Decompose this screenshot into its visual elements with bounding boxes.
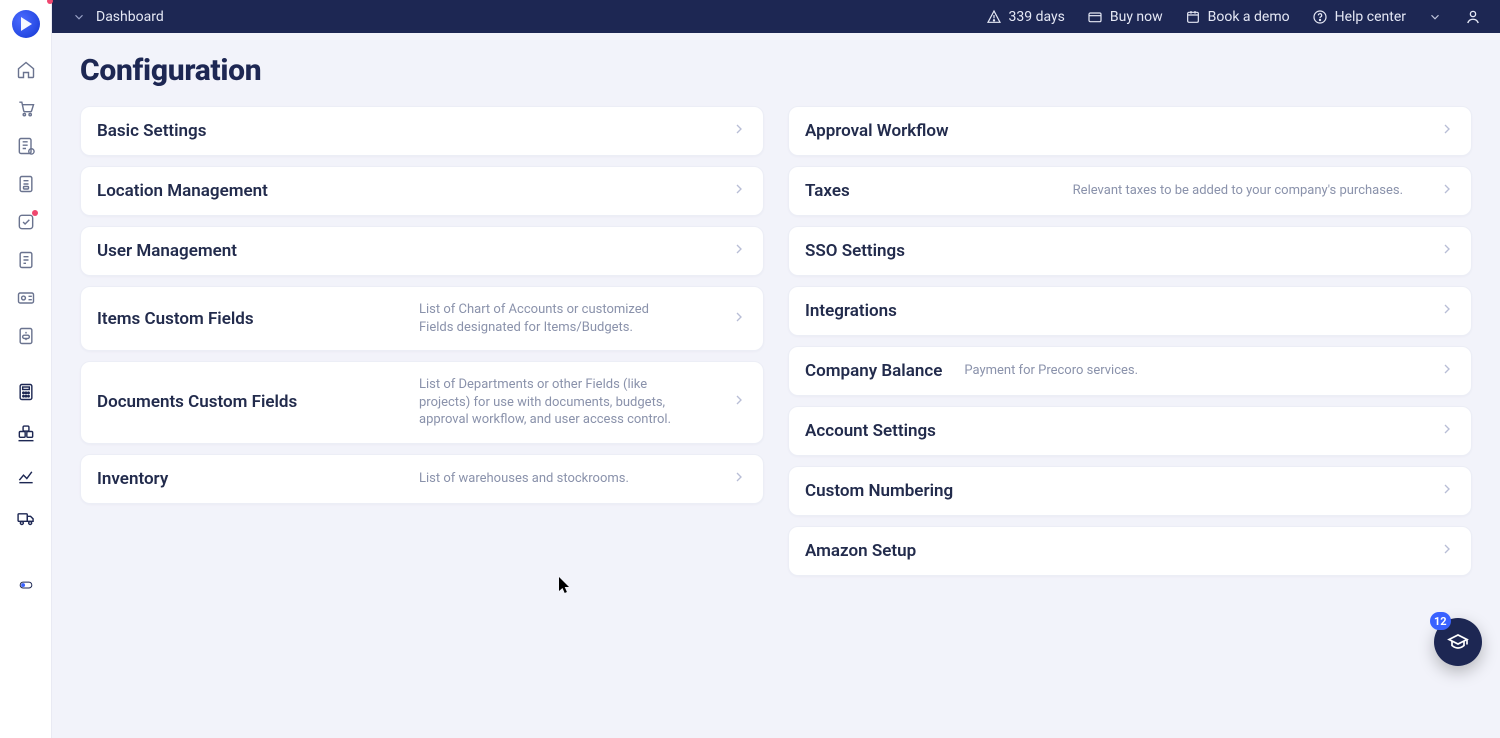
trial-days-label: 339 days	[1009, 9, 1065, 25]
card-description: Relevant taxes to be added to your compa…	[1073, 182, 1403, 200]
card-description: List of Departments or other Fields (lik…	[419, 376, 673, 429]
app-logo[interactable]	[12, 10, 40, 38]
buy-now-link[interactable]: Buy now	[1087, 9, 1163, 25]
card-title: Approval Workflow	[805, 121, 949, 141]
card-title: Integrations	[805, 301, 897, 321]
card-description: List of warehouses and stockrooms.	[419, 470, 629, 488]
graduation-cap-icon	[1446, 630, 1470, 654]
chevron-right-icon	[1439, 181, 1455, 201]
card-company-balance[interactable]: Company Balance Payment for Precoro serv…	[788, 346, 1472, 396]
budget-icon[interactable]	[16, 326, 36, 346]
user-icon[interactable]	[1464, 8, 1482, 26]
card-amazon-setup[interactable]: Amazon Setup	[788, 526, 1472, 576]
buy-now-label: Buy now	[1110, 9, 1163, 25]
chevron-right-icon	[731, 469, 747, 489]
card-basic-settings[interactable]: Basic Settings	[80, 106, 764, 156]
card-title: Documents Custom Fields	[97, 392, 397, 412]
card-title: Company Balance	[805, 361, 942, 381]
card-title: User Management	[97, 241, 237, 261]
chevron-right-icon	[1439, 121, 1455, 141]
chevron-right-icon	[731, 241, 747, 261]
card-description: List of Chart of Accounts or customized …	[419, 301, 673, 336]
card-user-management[interactable]: User Management	[80, 226, 764, 276]
chevron-right-icon	[731, 392, 747, 412]
trial-days[interactable]: 339 days	[986, 9, 1065, 25]
chevron-right-icon	[1439, 241, 1455, 261]
invoice-icon[interactable]	[16, 250, 36, 270]
card-title: Amazon Setup	[805, 541, 916, 561]
card-integrations[interactable]: Integrations	[788, 286, 1472, 336]
card-account-settings[interactable]: Account Settings	[788, 406, 1472, 456]
help-bubble[interactable]: 12	[1434, 618, 1482, 666]
card-title: SSO Settings	[805, 241, 905, 261]
breadcrumb[interactable]: Dashboard	[96, 9, 164, 25]
card-approval-workflow[interactable]: Approval Workflow	[788, 106, 1472, 156]
config-right-column: Approval Workflow Taxes Relevant taxes t…	[788, 106, 1472, 576]
chevron-right-icon	[1439, 421, 1455, 441]
card-title: Inventory	[97, 469, 397, 489]
sidebar	[0, 0, 52, 738]
cursor-icon	[558, 576, 570, 594]
card-title: Taxes	[805, 181, 850, 201]
card-documents-custom-fields[interactable]: Documents Custom Fields List of Departme…	[80, 361, 764, 444]
topbar: Dashboard 339 days Buy now Book a demo H…	[52, 0, 1500, 33]
chevron-right-icon	[1439, 481, 1455, 501]
chevron-right-icon	[1439, 361, 1455, 381]
page-title: Configuration	[80, 53, 1472, 88]
book-demo-link[interactable]: Book a demo	[1185, 9, 1290, 25]
help-center-label: Help center	[1335, 9, 1406, 25]
card-title: Location Management	[97, 181, 268, 201]
cart-icon[interactable]	[16, 98, 36, 118]
notification-dot	[32, 210, 38, 216]
home-icon[interactable]	[16, 60, 36, 80]
config-left-column: Basic Settings Location Management User …	[80, 106, 764, 576]
chevron-down-icon[interactable]	[72, 10, 86, 24]
request-icon[interactable]	[16, 136, 36, 156]
chevron-right-icon	[731, 121, 747, 141]
card-items-custom-fields[interactable]: Items Custom Fields List of Chart of Acc…	[80, 286, 764, 351]
card-description: Payment for Precoro services.	[964, 362, 1138, 380]
card-title: Custom Numbering	[805, 481, 953, 501]
card-title: Items Custom Fields	[97, 309, 397, 329]
nav-secondary	[16, 382, 36, 599]
orders-icon[interactable]	[16, 174, 36, 194]
book-demo-label: Book a demo	[1208, 9, 1290, 25]
chevron-right-icon	[1439, 301, 1455, 321]
card-title: Basic Settings	[97, 121, 206, 141]
nav-primary	[16, 60, 36, 346]
card-sso-settings[interactable]: SSO Settings	[788, 226, 1472, 276]
toggle-icon[interactable]	[16, 580, 36, 599]
help-center-link[interactable]: Help center	[1312, 9, 1406, 25]
chevron-right-icon	[731, 181, 747, 201]
main: Configuration Basic Settings Location Ma…	[52, 33, 1500, 738]
calculator-icon[interactable]	[16, 382, 36, 406]
card-title: Account Settings	[805, 421, 936, 441]
chevron-down-icon[interactable]	[1428, 10, 1442, 24]
card-inventory[interactable]: Inventory List of warehouses and stockro…	[80, 454, 764, 504]
card-taxes[interactable]: Taxes Relevant taxes to be added to your…	[788, 166, 1472, 216]
payments-icon[interactable]	[16, 288, 36, 308]
truck-icon[interactable]	[16, 508, 36, 532]
card-location-management[interactable]: Location Management	[80, 166, 764, 216]
approvals-icon[interactable]	[16, 212, 36, 232]
reports-icon[interactable]	[16, 466, 36, 490]
chevron-right-icon	[1439, 541, 1455, 561]
inventory-icon[interactable]	[16, 424, 36, 448]
help-badge: 12	[1430, 612, 1451, 630]
card-custom-numbering[interactable]: Custom Numbering	[788, 466, 1472, 516]
chevron-right-icon	[731, 309, 747, 329]
